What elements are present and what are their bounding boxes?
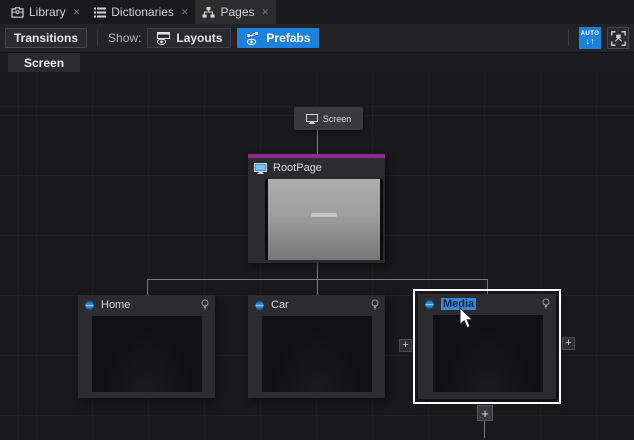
node-label: Car	[271, 299, 365, 311]
node-label: Home	[101, 299, 195, 311]
node-preview	[262, 316, 372, 392]
node-car[interactable]: Car	[248, 295, 385, 398]
toolbar-separator	[568, 30, 569, 46]
connector-line	[317, 263, 318, 279]
prefab-icon	[84, 300, 95, 311]
close-icon[interactable]: ✕	[262, 8, 270, 17]
rootpage-label: RootPage	[273, 162, 379, 174]
prefab-icon	[424, 299, 435, 310]
auto-arrows: ↓↑	[586, 37, 595, 46]
connector-line	[317, 279, 318, 295]
transitions-button[interactable]: Transitions	[5, 28, 87, 48]
lightbulb-icon[interactable]	[201, 299, 209, 311]
connector-line	[317, 130, 318, 154]
prefabs-label: Prefabs	[266, 31, 310, 45]
page-graph-canvas[interactable]: Screen RootPage Home	[0, 72, 634, 440]
node-preview	[433, 315, 543, 392]
preview-text-smudge	[311, 213, 337, 217]
connector-line	[484, 421, 485, 438]
node-media[interactable]: Media	[418, 294, 556, 399]
toolbox-icon	[11, 7, 24, 18]
screen-node-label: Screen	[323, 114, 352, 124]
pages-panel: Library ✕ Dictionaries ✕ Pages ✕ Transit…	[0, 0, 634, 440]
show-label: Show:	[108, 31, 141, 45]
rootpage-preview	[265, 179, 383, 260]
prefabs-toggle-button[interactable]: Prefabs	[237, 28, 319, 48]
tab-label: Pages	[220, 5, 254, 19]
add-child-page-button[interactable]: +	[477, 405, 493, 421]
node-home[interactable]: Home	[78, 295, 215, 398]
layouts-toggle-button[interactable]: Layouts	[147, 28, 231, 48]
monitor-icon	[306, 114, 318, 124]
connector-line	[487, 279, 488, 295]
dictionary-icon	[94, 7, 106, 18]
add-page-button[interactable]: +	[399, 339, 412, 352]
close-icon[interactable]: ✕	[73, 8, 81, 17]
add-page-button[interactable]: +	[562, 337, 575, 350]
hierarchy-icon	[202, 7, 215, 18]
layouts-label: Layouts	[176, 31, 222, 45]
close-icon[interactable]: ✕	[181, 8, 189, 17]
tab-pages[interactable]: Pages ✕	[195, 0, 276, 24]
breadcrumb-screen[interactable]: Screen	[8, 53, 80, 72]
fit-view-icon	[611, 31, 626, 46]
lightbulb-icon[interactable]	[542, 298, 550, 310]
transitions-label: Transitions	[14, 31, 78, 45]
mouse-cursor-icon	[459, 307, 476, 333]
node-label-editing[interactable]: Media	[441, 298, 536, 310]
tab-dictionaries[interactable]: Dictionaries ✕	[87, 0, 195, 24]
toolbar-separator	[97, 30, 98, 46]
screen-node[interactable]: Screen	[294, 107, 363, 130]
node-preview	[92, 316, 202, 392]
breadcrumb: Screen	[0, 53, 634, 72]
tab-library[interactable]: Library ✕	[4, 0, 87, 24]
panel-tab-bar: Library ✕ Dictionaries ✕ Pages ✕	[0, 0, 634, 24]
layouts-icon	[156, 32, 171, 45]
rootpage-node[interactable]: RootPage	[248, 154, 385, 263]
lightbulb-icon[interactable]	[371, 299, 379, 311]
tab-label: Library	[29, 5, 66, 19]
monitor-icon	[254, 163, 267, 174]
tab-label: Dictionaries	[111, 5, 174, 19]
rootpage-preview-image	[268, 179, 380, 260]
fit-view-button[interactable]	[607, 27, 629, 49]
connector-line	[147, 279, 148, 295]
pages-toolbar: Transitions Show: Layouts Prefabs AUTO ↓…	[0, 24, 634, 53]
prefabs-icon	[246, 32, 261, 45]
prefab-icon	[254, 300, 265, 311]
auto-arrange-button[interactable]: AUTO ↓↑	[579, 27, 601, 49]
